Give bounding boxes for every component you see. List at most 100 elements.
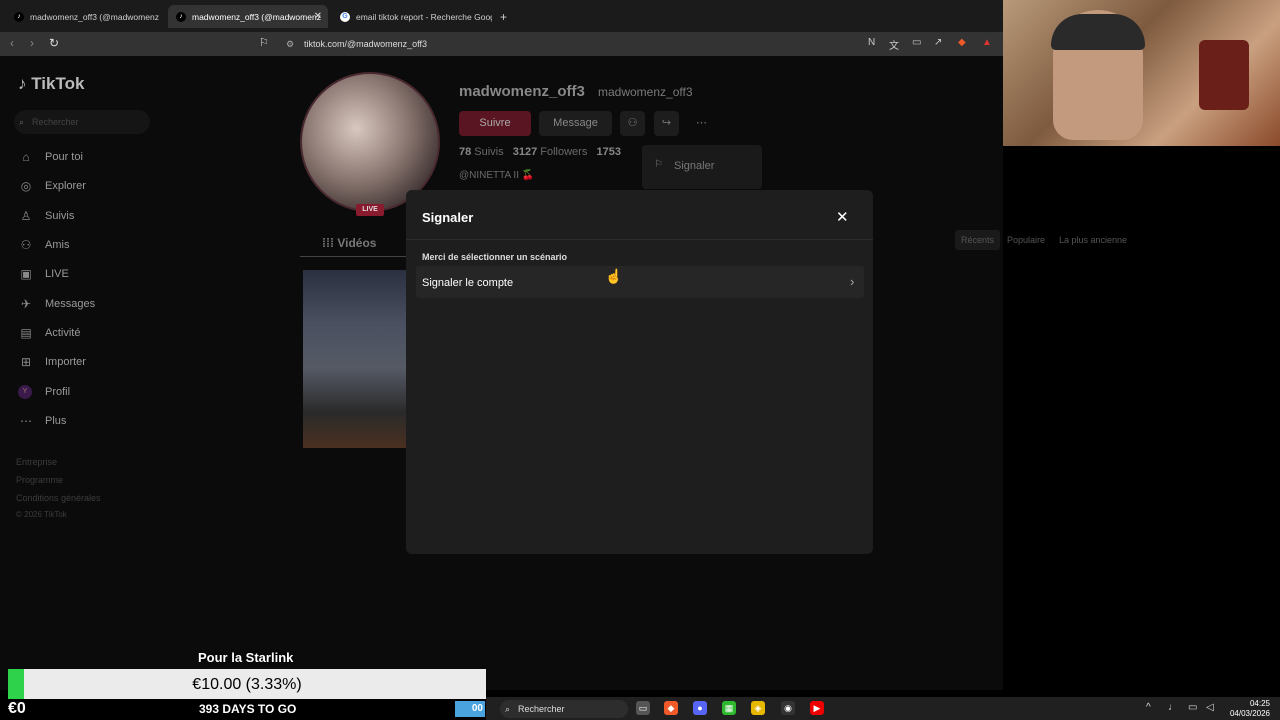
taskbar: 00 ⌕ Rechercher ▭ ◆ ● ▦ ◈ ◉ ▶ ^ ♩ ▭ ◁ 04… <box>455 697 1280 720</box>
browser-tab[interactable]: G email tiktok report - Recherche Goog <box>332 5 492 28</box>
reader-icon[interactable]: N <box>868 37 875 48</box>
hand-cursor-icon: ☝ <box>605 268 623 284</box>
sidebar-item-label: Suivis <box>45 210 75 222</box>
tab-underline <box>300 256 420 257</box>
follow-button[interactable]: Suivre <box>459 111 531 136</box>
grid-icon: ⁞⁞⁞ <box>322 236 334 250</box>
brave-browser-icon[interactable]: ◆ <box>664 701 678 715</box>
sidebar-item-importer[interactable]: ⊞ Importer <box>18 355 86 369</box>
google-favicon-icon: G <box>340 11 350 22</box>
bookmark-icon[interactable]: ⚐ <box>259 36 269 49</box>
profile-handle: madwomenz_off3 <box>598 85 693 99</box>
footer-link[interactable]: Conditions générales <box>16 493 101 503</box>
donation-title: Pour la Starlink <box>198 650 294 665</box>
live-icon: ▣ <box>20 267 32 281</box>
discord-icon[interactable]: ● <box>693 701 707 715</box>
youtube-icon[interactable]: ▶ <box>810 701 824 715</box>
profile-avatar-icon: Y <box>18 385 32 399</box>
back-icon[interactable]: ‹ <box>10 36 14 50</box>
sidebar-item-label: Amis <box>45 239 70 251</box>
clock-date: 04/03/2026 <box>1229 709 1270 718</box>
message-icon: ✈ <box>20 297 32 311</box>
sidebar-item-profil[interactable]: Y Profil <box>18 385 70 399</box>
tab-title: email tiktok report - Recherche Goog <box>356 11 492 22</box>
file-explorer-icon[interactable]: ▭ <box>636 701 650 715</box>
likes-count: 1753 <box>596 146 621 158</box>
sidebar-item-label: LIVE <box>45 268 69 280</box>
sidebar-item-suivis[interactable]: ♙ Suivis <box>18 209 75 223</box>
brave-rewards-icon[interactable]: ▲ <box>982 37 992 48</box>
profile-bio: @NINETTA II 🍒 <box>459 170 535 181</box>
close-tab-icon[interactable]: ✕ <box>314 11 322 22</box>
network-icon[interactable]: ▭ <box>1188 702 1197 713</box>
share-icon[interactable]: ↪ <box>654 111 679 136</box>
sidebar-item-label: Messages <box>45 298 96 310</box>
cast-icon[interactable]: ▭ <box>912 37 921 48</box>
tiktok-logo[interactable]: ♪ TikTok <box>18 74 84 94</box>
clock-time: 04:25 <box>1249 699 1270 708</box>
reload-icon[interactable]: ↻ <box>49 36 59 50</box>
microphone-icon[interactable]: ♩ <box>1168 702 1178 713</box>
add-friend-icon[interactable]: ⚇ <box>620 111 645 136</box>
sidebar-item-activite[interactable]: ▤ Activité <box>18 326 80 340</box>
browser-tab[interactable]: ♪ madwomenz_off3 (@madwomenz <box>6 5 164 28</box>
share-icon[interactable]: ↗ <box>934 37 942 48</box>
brave-shield-icon[interactable]: ◆ <box>958 37 966 48</box>
following-count: 78 <box>459 146 472 158</box>
footer-link[interactable]: Entreprise <box>16 457 57 467</box>
live-badge[interactable]: LIVE <box>356 204 384 216</box>
report-modal: Signaler ✕ Merci de sélectionner un scén… <box>406 190 873 554</box>
video-thumbnail[interactable] <box>303 270 407 448</box>
profile-stats: 78 Suivis 3127 Followers 1753 <box>459 146 624 158</box>
sort-popular[interactable]: Populaire <box>1001 230 1051 250</box>
donation-progress-bar: €10.00 (3.33%) <box>8 669 486 699</box>
more-options-dropdown: ⚐ Signaler <box>642 145 762 189</box>
sidebar-item-amis[interactable]: ⚇ Amis <box>18 238 70 252</box>
donation-raised: €0 <box>8 700 26 717</box>
upload-icon: ⊞ <box>20 355 32 369</box>
close-icon[interactable]: ✕ <box>836 208 849 226</box>
volume-icon[interactable]: ◁ <box>1206 702 1214 713</box>
compass-icon: ◎ <box>20 179 32 193</box>
more-icon: ⋯ <box>20 414 32 428</box>
sidebar-item-label: Profil <box>45 386 71 398</box>
app-icon[interactable]: ◈ <box>751 701 765 715</box>
url-text: tiktok.com/@madwomenz_off3 <box>304 39 428 49</box>
tray-chevron-up-icon[interactable]: ^ <box>1146 702 1151 713</box>
report-account-option[interactable]: Signaler le compte › <box>416 266 864 298</box>
search-input[interactable]: ⌕ Rechercher <box>14 110 150 134</box>
taskbar-search-label: Rechercher <box>518 704 565 714</box>
tab-videos[interactable]: ⁞⁞⁞ Vidéos <box>322 236 376 250</box>
sidebar-item-live[interactable]: ▣ LIVE <box>18 267 69 281</box>
taskbar-search[interactable]: ⌕ Rechercher <box>500 700 628 718</box>
new-tab-button[interactable]: + <box>494 5 514 28</box>
forward-icon[interactable]: › <box>30 36 34 50</box>
followers-count: 3127 <box>512 146 538 158</box>
spreadsheet-app-icon[interactable]: ▦ <box>722 701 736 715</box>
tiktok-favicon-icon: ♪ <box>176 11 186 22</box>
following-label: Suivis <box>474 146 504 158</box>
taskbar-clock[interactable]: 04:25 04/03/2026 <box>1226 699 1270 719</box>
site-info-icon[interactable]: ⚙ <box>286 35 294 53</box>
tab-title: madwomenz_off3 (@madwomenz <box>192 11 321 22</box>
more-options-icon[interactable]: ⋯ <box>689 111 714 136</box>
sidebar-item-plus[interactable]: ⋯ Plus <box>18 414 66 428</box>
sort-recent[interactable]: Récents <box>955 230 1001 250</box>
browser-tab-active[interactable]: ♪ madwomenz_off3 (@madwomenz ✕ <box>168 5 328 28</box>
sidebar-item-pour-toi[interactable]: ⌂ Pour toi <box>18 150 83 164</box>
donation-amount: €10.00 (3.33%) <box>192 676 302 693</box>
weather-widget[interactable]: 00 <box>455 701 485 717</box>
background-poster <box>1199 40 1249 110</box>
chevron-right-icon: › <box>850 274 855 289</box>
translate-icon[interactable]: 文 <box>889 37 899 52</box>
dropdown-report-item[interactable]: Signaler <box>674 160 714 172</box>
sidebar-item-messages[interactable]: ✈ Messages <box>18 297 95 311</box>
obs-icon[interactable]: ◉ <box>781 701 795 715</box>
message-button[interactable]: Message <box>539 111 612 136</box>
sort-oldest[interactable]: La plus ancienne <box>1053 230 1133 250</box>
report-account-label: Signaler le compte <box>422 277 514 289</box>
divider <box>406 239 873 240</box>
footer-link[interactable]: Programme <box>16 475 63 485</box>
sidebar-item-explorer[interactable]: ◎ Explorer <box>18 179 86 193</box>
days-remaining: 393 DAYS TO GO <box>199 702 297 716</box>
